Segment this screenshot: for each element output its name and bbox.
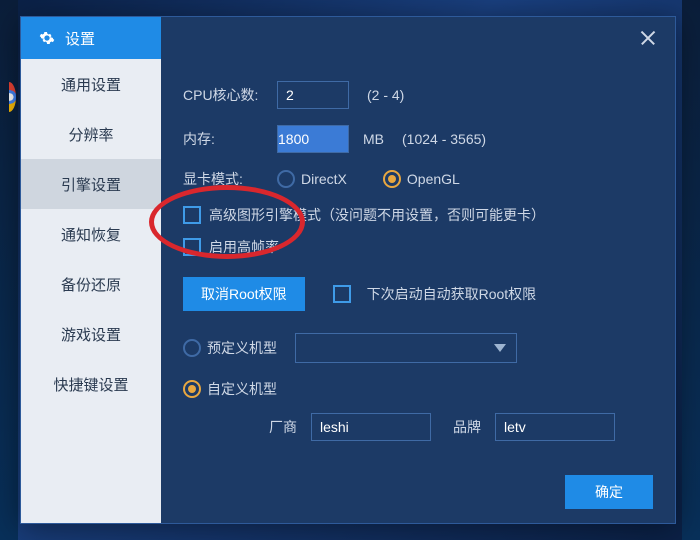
cancel-root-button[interactable]: 取消Root权限 bbox=[183, 277, 305, 311]
cpu-label: CPU核心数: bbox=[183, 85, 269, 105]
adv-graphics-checkbox[interactable] bbox=[183, 206, 201, 224]
close-icon[interactable] bbox=[637, 27, 659, 49]
vendor-label: 厂商 bbox=[257, 417, 297, 437]
titlebar: 设置 bbox=[21, 17, 675, 59]
brand-label: 品牌 bbox=[441, 417, 481, 437]
radio-icon bbox=[277, 170, 295, 188]
gpu-option-opengl[interactable]: OpenGL bbox=[383, 170, 460, 188]
memory-label: 内存: bbox=[183, 129, 269, 149]
title-block: 设置 bbox=[21, 17, 161, 59]
memory-range: (1024 - 3565) bbox=[402, 131, 486, 147]
high-fps-label: 启用高帧率 bbox=[209, 237, 279, 257]
auto-root-checkbox[interactable] bbox=[333, 285, 351, 303]
gpu-label: 显卡模式: bbox=[183, 169, 269, 189]
high-fps-checkbox[interactable] bbox=[183, 238, 201, 256]
ok-button[interactable]: 确定 bbox=[565, 475, 653, 509]
sidebar-item-hotkey[interactable]: 快捷键设置 bbox=[21, 359, 161, 409]
vendor-input[interactable] bbox=[311, 413, 431, 441]
memory-unit: MB bbox=[363, 131, 384, 147]
cpu-input[interactable] bbox=[277, 81, 349, 109]
sidebar-item-general[interactable]: 通用设置 bbox=[21, 59, 161, 109]
gpu-option-directx[interactable]: DirectX bbox=[277, 170, 347, 188]
sidebar-item-game[interactable]: 游戏设置 bbox=[21, 309, 161, 359]
cpu-range: (2 - 4) bbox=[367, 87, 404, 103]
gear-icon bbox=[39, 30, 55, 46]
memory-input[interactable] bbox=[277, 125, 349, 153]
gpu-option-label: DirectX bbox=[301, 171, 347, 187]
sidebar-item-backup[interactable]: 备份还原 bbox=[21, 259, 161, 309]
chevron-down-icon bbox=[494, 344, 506, 352]
gpu-option-label: OpenGL bbox=[407, 171, 460, 187]
radio-icon bbox=[183, 380, 201, 398]
radio-icon bbox=[383, 170, 401, 188]
adv-graphics-label: 高级图形引擎模式（没问题不用设置，否则可能更卡） bbox=[209, 205, 545, 225]
sidebar-item-notify[interactable]: 通知恢复 bbox=[21, 209, 161, 259]
window-title: 设置 bbox=[65, 28, 95, 49]
brand-input[interactable] bbox=[495, 413, 615, 441]
custom-model-radio[interactable]: 自定义机型 bbox=[183, 379, 277, 399]
preset-model-radio[interactable]: 预定义机型 bbox=[183, 338, 277, 358]
preset-model-label: 预定义机型 bbox=[207, 338, 277, 358]
sidebar-item-resolution[interactable]: 分辨率 bbox=[21, 109, 161, 159]
engine-panel: CPU核心数: (2 - 4) 内存: MB (1024 - 3565) 显卡模… bbox=[161, 59, 675, 523]
preset-model-dropdown[interactable] bbox=[295, 333, 517, 363]
sidebar-item-engine[interactable]: 引擎设置 bbox=[21, 159, 161, 209]
sidebar: 通用设置 分辨率 引擎设置 通知恢复 备份还原 游戏设置 快捷键设置 bbox=[21, 59, 161, 523]
custom-model-label: 自定义机型 bbox=[207, 379, 277, 399]
settings-window: 设置 通用设置 分辨率 引擎设置 通知恢复 备份还原 游戏设置 快捷键设置 CP… bbox=[20, 16, 676, 524]
auto-root-label: 下次启动自动获取Root权限 bbox=[367, 284, 537, 304]
radio-icon bbox=[183, 339, 201, 357]
